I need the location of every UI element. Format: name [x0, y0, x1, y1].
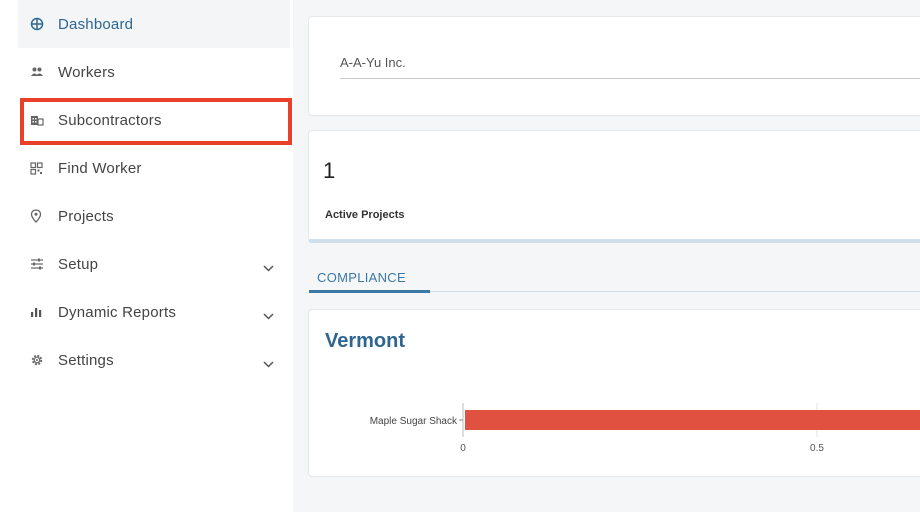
- sidebar-item-label: Settings: [58, 351, 114, 369]
- sidebar-item-setup[interactable]: Setup: [18, 240, 290, 288]
- building-icon: [18, 114, 58, 126]
- location-pin-icon: [18, 209, 58, 223]
- compliance-chart: Maple Sugar Shack 0 0.5: [370, 403, 920, 454]
- active-projects-label: Active Projects: [325, 209, 405, 221]
- chevron-down-icon[interactable]: [263, 259, 274, 277]
- company-select[interactable]: A-A-Yu Inc.: [340, 55, 406, 70]
- workers-icon: [18, 66, 58, 78]
- bar-chart-icon: [18, 306, 58, 318]
- x-tick-label: 0: [460, 443, 466, 454]
- gear-icon: [18, 353, 58, 367]
- sidebar-item-label: Find Worker: [58, 159, 142, 177]
- sidebar-item-settings[interactable]: Settings: [18, 336, 290, 384]
- sidebar-item-find-worker[interactable]: Find Worker: [18, 144, 290, 192]
- tab-active-indicator: [309, 290, 430, 293]
- sidebar-item-label: Subcontractors: [58, 111, 162, 129]
- sidebar-item-dynamic-reports[interactable]: Dynamic Reports: [18, 288, 290, 336]
- qr-code-icon: [18, 161, 58, 175]
- category-label: Maple Sugar Shack: [370, 416, 458, 427]
- chevron-down-icon[interactable]: [263, 307, 274, 325]
- chart-title: Vermont: [325, 330, 406, 352]
- sidebar: Dashboard Workers Subcontractors Find Wo…: [0, 0, 293, 512]
- sliders-icon: [18, 258, 58, 270]
- tabs-divider: [430, 291, 920, 292]
- sidebar-item-label: Setup: [58, 255, 99, 273]
- x-tick-label: 0.5: [810, 443, 824, 454]
- sidebar-item-label: Dashboard: [58, 15, 134, 33]
- sidebar-item-projects[interactable]: Projects: [18, 192, 290, 240]
- sidebar-item-label: Dynamic Reports: [58, 303, 177, 321]
- sidebar-item-workers[interactable]: Workers: [18, 48, 290, 96]
- sidebar-item-label: Projects: [58, 207, 114, 225]
- sidebar-item-subcontractors[interactable]: Subcontractors: [18, 96, 290, 144]
- sidebar-item-label: Workers: [58, 63, 115, 81]
- active-projects-card: [308, 130, 920, 243]
- dashboard-icon: [18, 17, 58, 31]
- active-projects-count: 1: [323, 158, 336, 183]
- sidebar-item-dashboard[interactable]: Dashboard: [18, 0, 290, 48]
- chart-bar[interactable]: [465, 410, 920, 430]
- company-field-underline: [340, 78, 920, 79]
- chevron-down-icon[interactable]: [263, 355, 274, 373]
